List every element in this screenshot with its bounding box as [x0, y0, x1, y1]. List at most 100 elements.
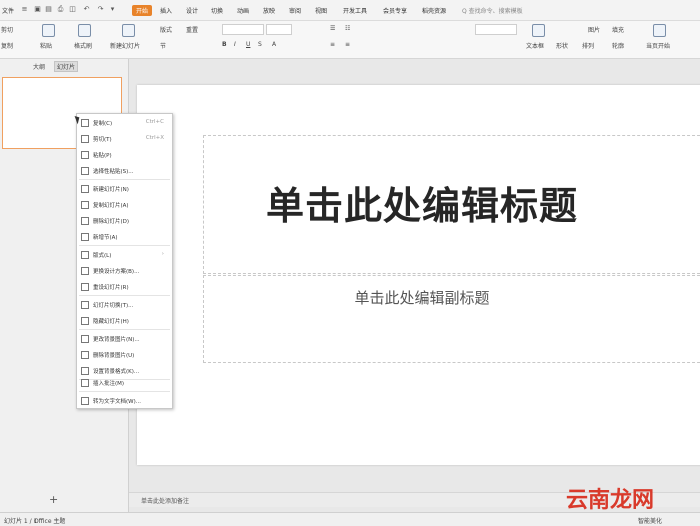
underline-icon[interactable]: U: [246, 41, 250, 48]
menu-item-delete-slide[interactable]: 删除幻灯片(D): [77, 214, 172, 227]
text-direction-select[interactable]: [475, 24, 517, 35]
image-icon: [81, 335, 89, 343]
font-color-icon[interactable]: A: [272, 41, 276, 48]
numbered-list-icon[interactable]: ☷: [345, 25, 350, 32]
tab-transitions[interactable]: 切换: [211, 6, 223, 15]
tab-resources[interactable]: 稻壳资源: [422, 6, 446, 15]
undo-icon[interactable]: ↶: [82, 5, 91, 14]
menu-item-add-section[interactable]: 新增节(A): [77, 230, 172, 243]
picture-button[interactable]: 图片: [588, 25, 600, 34]
status-bar: 幻灯片 1 / 1 Office 主题 智能美化: [0, 512, 700, 526]
menu-item-delete-background[interactable]: 删除背景图片(U): [77, 348, 172, 361]
font-name-select[interactable]: [222, 24, 264, 35]
italic-icon[interactable]: I: [234, 41, 236, 48]
menu-item-paste-special[interactable]: 选择性粘贴(S)...: [77, 164, 172, 177]
text-box-icon[interactable]: [532, 24, 545, 37]
duplicate-icon: [81, 201, 89, 209]
strikethrough-icon[interactable]: S: [258, 41, 262, 48]
arrange-button[interactable]: 排列: [582, 41, 594, 50]
new-slide-button[interactable]: 新建幻灯片: [110, 41, 140, 50]
search-input[interactable]: Q 查找命令、搜索模板: [462, 6, 523, 15]
section-button[interactable]: 节: [160, 41, 166, 50]
menu-item-cut[interactable]: 剪切(T) Ctrl+X: [77, 132, 172, 145]
bold-icon[interactable]: B: [222, 41, 227, 48]
menu-item-paste[interactable]: 粘贴(P): [77, 148, 172, 161]
reset-icon: [81, 283, 89, 291]
tab-animation[interactable]: 动画: [237, 6, 249, 15]
new-slide-icon[interactable]: [122, 24, 135, 37]
paste-button[interactable]: 粘贴: [40, 41, 52, 50]
copy-button[interactable]: 复制: [1, 41, 13, 50]
menu-item-new-slide[interactable]: 新建幻灯片(N): [77, 182, 172, 195]
tab-slides[interactable]: 幻灯片: [54, 61, 79, 72]
bullet-list-icon[interactable]: ☰: [330, 25, 335, 32]
separator: [79, 245, 170, 246]
slide[interactable]: 单击此处编辑标题 单击此处编辑副标题: [137, 85, 700, 465]
tab-view[interactable]: 视图: [315, 6, 327, 15]
separator: [79, 391, 170, 392]
print-icon[interactable]: ⎙: [56, 5, 65, 14]
background-icon: [81, 367, 89, 375]
menu-item-change-design[interactable]: 更换设计方案(B)...: [77, 264, 172, 277]
section-icon: [81, 233, 89, 241]
slide-subtitle[interactable]: 单击此处编辑副标题: [137, 287, 700, 308]
menu-icon[interactable]: ≡: [20, 5, 29, 14]
cut-button[interactable]: 剪切: [1, 25, 13, 34]
play-icon[interactable]: [653, 24, 666, 37]
tab-developer[interactable]: 开发工具: [343, 6, 367, 15]
font-size-select[interactable]: [266, 24, 292, 35]
slide-count: 幻灯片 1 / 1: [4, 518, 38, 525]
menu-item-transition[interactable]: 幻灯片切换(T)...: [77, 298, 172, 311]
menu-item-hide-slide[interactable]: 隐藏幻灯片(H): [77, 314, 172, 327]
paste-icon[interactable]: [42, 24, 55, 37]
align-left-icon[interactable]: ≡: [330, 41, 335, 48]
file-menu[interactable]: 文件: [2, 6, 14, 15]
smart-beautify-button[interactable]: 智能美化: [638, 516, 662, 525]
save-icon[interactable]: ▣: [33, 5, 42, 14]
separator: [79, 295, 170, 296]
menu-item-reset-slide[interactable]: 重设幻灯片(R): [77, 280, 172, 293]
menu-item-copy[interactable]: 复制(C) Ctrl+C: [77, 116, 172, 129]
paste-special-icon: [81, 167, 89, 175]
reset-button[interactable]: 重置: [186, 25, 198, 34]
chevron-right-icon: ›: [161, 251, 164, 257]
theme-name: Office 主题: [34, 518, 66, 525]
tab-review[interactable]: 审阅: [289, 6, 301, 15]
outline-button[interactable]: 轮廓: [612, 41, 624, 50]
format-painter-icon[interactable]: [78, 24, 91, 37]
menu-item-convert-document[interactable]: 转为文字文档(W)...: [77, 394, 172, 407]
separator: [79, 179, 170, 180]
watermark-text: 云南龙网: [566, 488, 655, 513]
text-box-button[interactable]: 文本框: [526, 41, 544, 50]
chevron-down-icon[interactable]: ▾: [108, 5, 117, 14]
tab-design[interactable]: 设计: [186, 6, 198, 15]
delete-icon: [81, 217, 89, 225]
notes-placeholder[interactable]: 单击此处添加备注: [141, 496, 189, 505]
preview-icon[interactable]: ◫: [68, 5, 77, 14]
shape-button[interactable]: 形状: [556, 41, 568, 50]
scissors-icon: [81, 135, 89, 143]
folder-icon[interactable]: ▤: [44, 5, 53, 14]
tab-member[interactable]: 会员专享: [383, 6, 407, 15]
transition-icon: [81, 301, 89, 309]
menu-item-duplicate-slide[interactable]: 复制幻灯片(A): [77, 198, 172, 211]
slide-title[interactable]: 单击此处编辑标题: [137, 175, 700, 230]
fill-button[interactable]: 填充: [612, 25, 624, 34]
tab-slideshow[interactable]: 放映: [263, 6, 275, 15]
menu-bar: 文件 ≡ ▣ ▤ ⎙ ◫ ↶ ↷ ▾ 开始 插入 设计 切换 动画 放映 审阅 …: [0, 0, 700, 21]
menu-item-insert-comment[interactable]: 插入批注(M): [77, 376, 172, 389]
align-center-icon[interactable]: ≡: [345, 41, 350, 48]
slide-canvas: 单击此处编辑标题 单击此处编辑副标题: [129, 59, 700, 492]
add-slide-button[interactable]: +: [49, 493, 58, 506]
hide-icon: [81, 317, 89, 325]
tab-insert[interactable]: 插入: [160, 6, 172, 15]
paste-icon: [81, 151, 89, 159]
format-painter-button[interactable]: 格式刷: [74, 41, 92, 50]
menu-item-layout[interactable]: 版式(L) ›: [77, 248, 172, 261]
layout-button[interactable]: 版式: [160, 25, 172, 34]
menu-item-change-background[interactable]: 更改背景图片(N)...: [77, 332, 172, 345]
tab-home[interactable]: 开始: [132, 5, 153, 16]
play-from-current-button[interactable]: 当页开始: [646, 41, 670, 50]
redo-icon[interactable]: ↷: [96, 5, 105, 14]
tab-outline[interactable]: 大纲: [33, 62, 45, 71]
